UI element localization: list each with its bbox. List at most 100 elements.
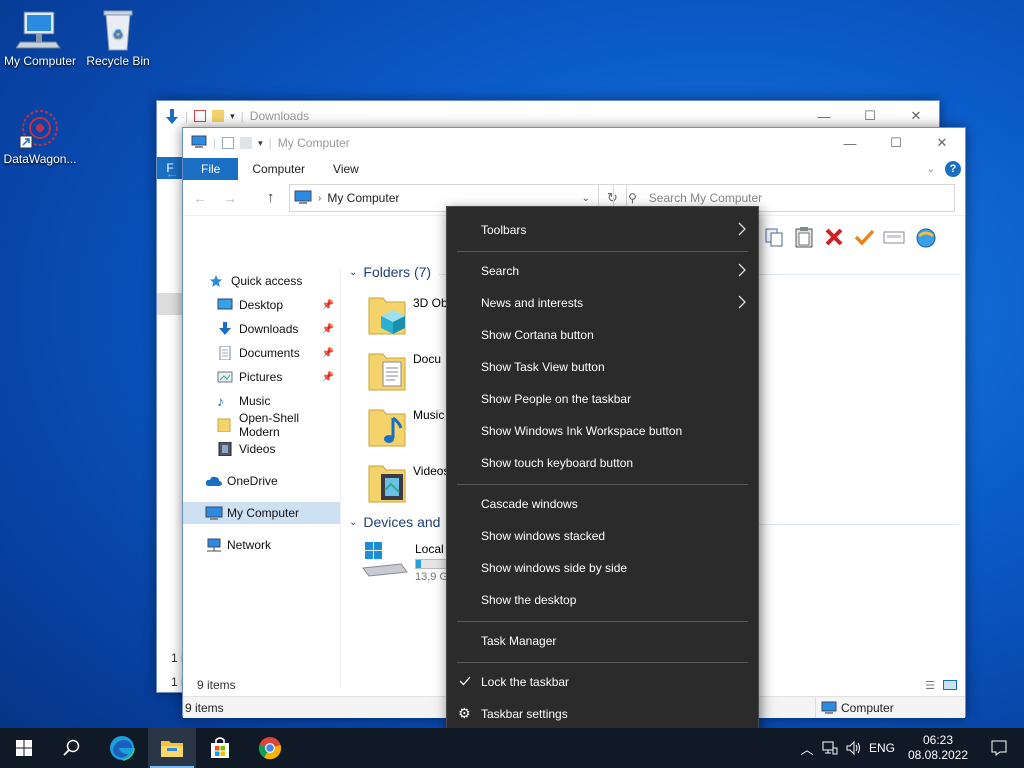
desktop-icon-recycle-bin[interactable]: ♻ Recycle Bin bbox=[78, 8, 158, 68]
sidebar-item-open-shell[interactable]: Open-Shell Modern bbox=[183, 411, 340, 439]
maximize-button[interactable]: ☐ bbox=[873, 128, 919, 158]
globe-icon[interactable] bbox=[913, 226, 939, 248]
folder-item[interactable]: Videos bbox=[367, 460, 449, 504]
windows-logo-icon bbox=[16, 740, 32, 756]
navigation-pane: Quick access Desktop 📌 Downloads 📌 Docum… bbox=[183, 268, 341, 688]
menu-item-show-cortana[interactable]: Show Cortana button bbox=[447, 320, 758, 350]
sidebar-item-desktop[interactable]: Desktop 📌 bbox=[183, 294, 340, 316]
sidebar-item-downloads[interactable]: Downloads 📌 bbox=[183, 318, 340, 340]
minimize-button[interactable]: — bbox=[827, 128, 873, 158]
chevron-up-icon[interactable]: ︿ bbox=[796, 739, 818, 758]
sidebar-item-label: Quick access bbox=[231, 274, 303, 288]
download-arrow-icon bbox=[165, 109, 179, 124]
notification-icon[interactable] bbox=[984, 740, 1014, 756]
toolbar bbox=[763, 224, 963, 250]
menu-item-news-and-interests[interactable]: News and interests bbox=[447, 288, 758, 318]
sidebar-item-documents[interactable]: Documents 📌 bbox=[183, 342, 340, 364]
menu-item-show-windows-stacked[interactable]: Show windows stacked bbox=[447, 521, 758, 551]
ribbon-tabs: File Computer View ⌄ ? bbox=[183, 158, 965, 180]
tab-computer[interactable]: Computer bbox=[238, 158, 319, 180]
menu-item-show-touch-keyboard[interactable]: Show touch keyboard button bbox=[447, 448, 758, 478]
window-title: My Computer bbox=[277, 136, 350, 150]
start-button[interactable] bbox=[0, 728, 48, 768]
pin-icon[interactable]: 📌 bbox=[322, 348, 334, 359]
breadcrumb-separator-icon: › bbox=[318, 192, 322, 204]
new-folder-icon[interactable] bbox=[212, 110, 225, 122]
chrome-button[interactable] bbox=[246, 728, 294, 768]
sidebar-item-pictures[interactable]: Pictures 📌 bbox=[183, 366, 340, 388]
menu-item-show-people[interactable]: Show People on the taskbar bbox=[447, 384, 758, 414]
menu-item-show-windows-side-by-side[interactable]: Show windows side by side bbox=[447, 553, 758, 583]
chevron-down-icon[interactable]: ▾ bbox=[230, 111, 235, 122]
menu-item-cascade-windows[interactable]: Cascade windows bbox=[447, 489, 758, 519]
sidebar-item-onedrive[interactable]: OneDrive bbox=[183, 470, 340, 492]
menu-item-label: Taskbar settings bbox=[481, 707, 568, 721]
tab-view[interactable]: View bbox=[319, 158, 373, 180]
pin-icon[interactable]: 📌 bbox=[322, 324, 334, 335]
folder-item[interactable]: Docu bbox=[367, 348, 441, 392]
computer-icon bbox=[191, 135, 207, 152]
menu-item-show-task-view[interactable]: Show Task View button bbox=[447, 352, 758, 382]
desktop-icon-my-computer[interactable]: My Computer bbox=[0, 8, 80, 68]
status-location: Computer bbox=[841, 700, 894, 715]
close-button[interactable]: ✕ bbox=[919, 128, 965, 158]
menu-item-show-ink-workspace[interactable]: Show Windows Ink Workspace button bbox=[447, 416, 758, 446]
desktop-icon-datawagon[interactable]: DataWagon... bbox=[0, 106, 80, 166]
menu-item-task-manager[interactable]: Task Manager bbox=[447, 626, 758, 656]
sidebar-item-network[interactable]: Network bbox=[183, 534, 340, 556]
menu-item-search[interactable]: Search bbox=[447, 256, 758, 286]
taskbar[interactable]: ︿ ENG 06:23 08.08.2022 bbox=[0, 728, 1024, 768]
breadcrumb[interactable]: My Computer bbox=[327, 191, 399, 205]
volume-icon[interactable] bbox=[842, 740, 866, 756]
delete-icon[interactable] bbox=[823, 226, 845, 248]
large-icons-view-icon[interactable] bbox=[943, 680, 957, 690]
pin-icon[interactable]: 📌 bbox=[322, 300, 334, 311]
gear-icon: ⚙ bbox=[458, 705, 471, 721]
back-button[interactable]: ← bbox=[193, 190, 207, 206]
edge-button[interactable] bbox=[98, 728, 146, 768]
properties-icon[interactable] bbox=[194, 110, 207, 122]
network-status-icon[interactable] bbox=[818, 740, 842, 756]
sidebar-item-label: Videos bbox=[239, 442, 276, 456]
ribbon-expand-icon[interactable]: ⌄ bbox=[921, 158, 941, 180]
sidebar-item-music[interactable]: ♪ Music bbox=[183, 390, 340, 412]
sidebar-item-quick-access[interactable]: Quick access bbox=[183, 270, 340, 292]
forward-button[interactable]: → bbox=[223, 190, 237, 206]
properties-icon[interactable] bbox=[222, 137, 235, 149]
folder-item[interactable]: Music bbox=[367, 404, 444, 448]
devices-group-header[interactable]: ⌄ Devices and bbox=[349, 514, 440, 530]
menu-item-toolbars[interactable]: Toolbars bbox=[447, 215, 758, 245]
store-button[interactable] bbox=[196, 728, 244, 768]
menu-separator bbox=[457, 621, 748, 622]
folders-group-header[interactable]: ⌄ Folders (7) bbox=[349, 264, 431, 280]
desktop-icon-label: My Computer bbox=[3, 54, 77, 68]
file-explorer-icon bbox=[161, 741, 183, 757]
menu-item-taskbar-settings[interactable]: ⚙ Taskbar settings bbox=[447, 699, 758, 729]
search-input[interactable]: Search My Computer bbox=[649, 191, 762, 205]
pin-icon[interactable]: 📌 bbox=[322, 372, 334, 383]
help-icon[interactable]: ? bbox=[945, 161, 961, 177]
new-folder-icon[interactable] bbox=[240, 137, 253, 149]
up-button[interactable]: ↑ bbox=[267, 189, 275, 206]
properties-icon[interactable] bbox=[883, 226, 905, 248]
search-icon bbox=[63, 739, 80, 756]
menu-item-lock-taskbar[interactable]: Lock the taskbar bbox=[447, 667, 758, 697]
sidebar-item-videos[interactable]: Videos bbox=[183, 438, 340, 460]
back-arrow-icon[interactable]: ← bbox=[165, 165, 179, 181]
my-computer-titlebar[interactable]: | ▾ | My Computer — ☐ ✕ bbox=[183, 128, 965, 158]
paste-icon[interactable] bbox=[793, 226, 815, 248]
search-button[interactable] bbox=[48, 728, 96, 768]
address-dropdown-icon[interactable]: ⌄ bbox=[582, 193, 590, 204]
language-indicator[interactable]: ENG bbox=[866, 741, 898, 755]
tab-file[interactable]: File bbox=[183, 158, 239, 180]
clock[interactable]: 06:23 08.08.2022 bbox=[898, 733, 978, 763]
rename-check-icon[interactable] bbox=[853, 226, 875, 248]
folder-item[interactable]: 3D Obj bbox=[367, 292, 450, 336]
chevron-down-icon[interactable]: ▾ bbox=[258, 138, 263, 149]
details-view-icon[interactable]: ☰ bbox=[925, 679, 935, 692]
menu-item-show-desktop[interactable]: Show the desktop bbox=[447, 585, 758, 615]
drive-item[interactable]: Local 13,9 G bbox=[361, 540, 449, 583]
copy-icon[interactable] bbox=[763, 226, 785, 248]
file-explorer-button[interactable] bbox=[148, 728, 196, 768]
sidebar-item-my-computer[interactable]: My Computer bbox=[183, 502, 340, 524]
